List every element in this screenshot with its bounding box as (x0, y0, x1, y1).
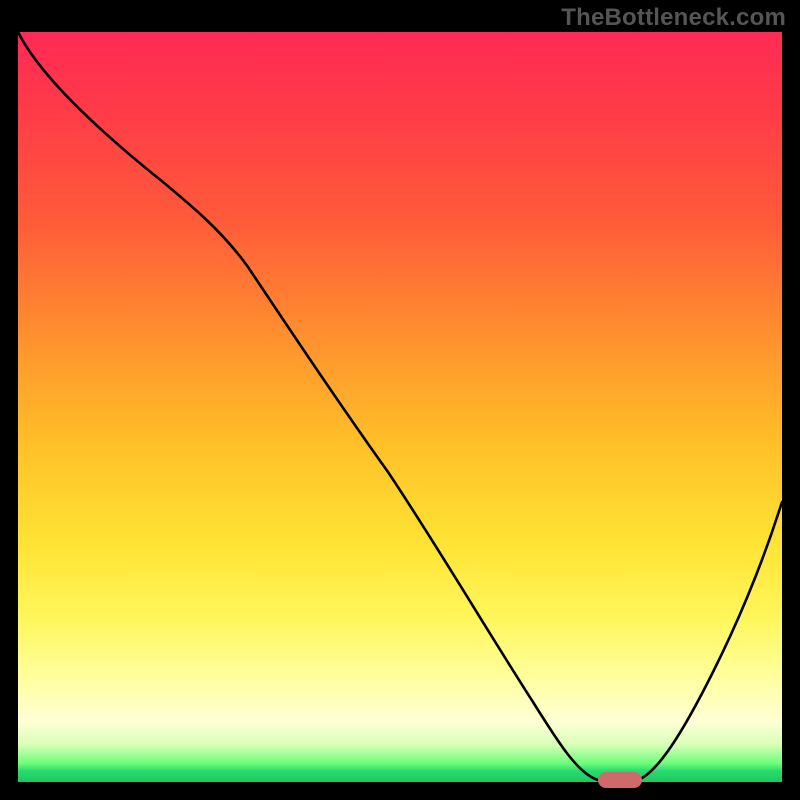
watermark-text: TheBottleneck.com (561, 4, 786, 32)
chart-frame: TheBottleneck.com (0, 0, 800, 800)
bottleneck-curve-path (18, 32, 782, 780)
plot-area (18, 32, 782, 782)
bottleneck-curve-svg (18, 32, 782, 782)
optimal-marker (598, 772, 642, 788)
